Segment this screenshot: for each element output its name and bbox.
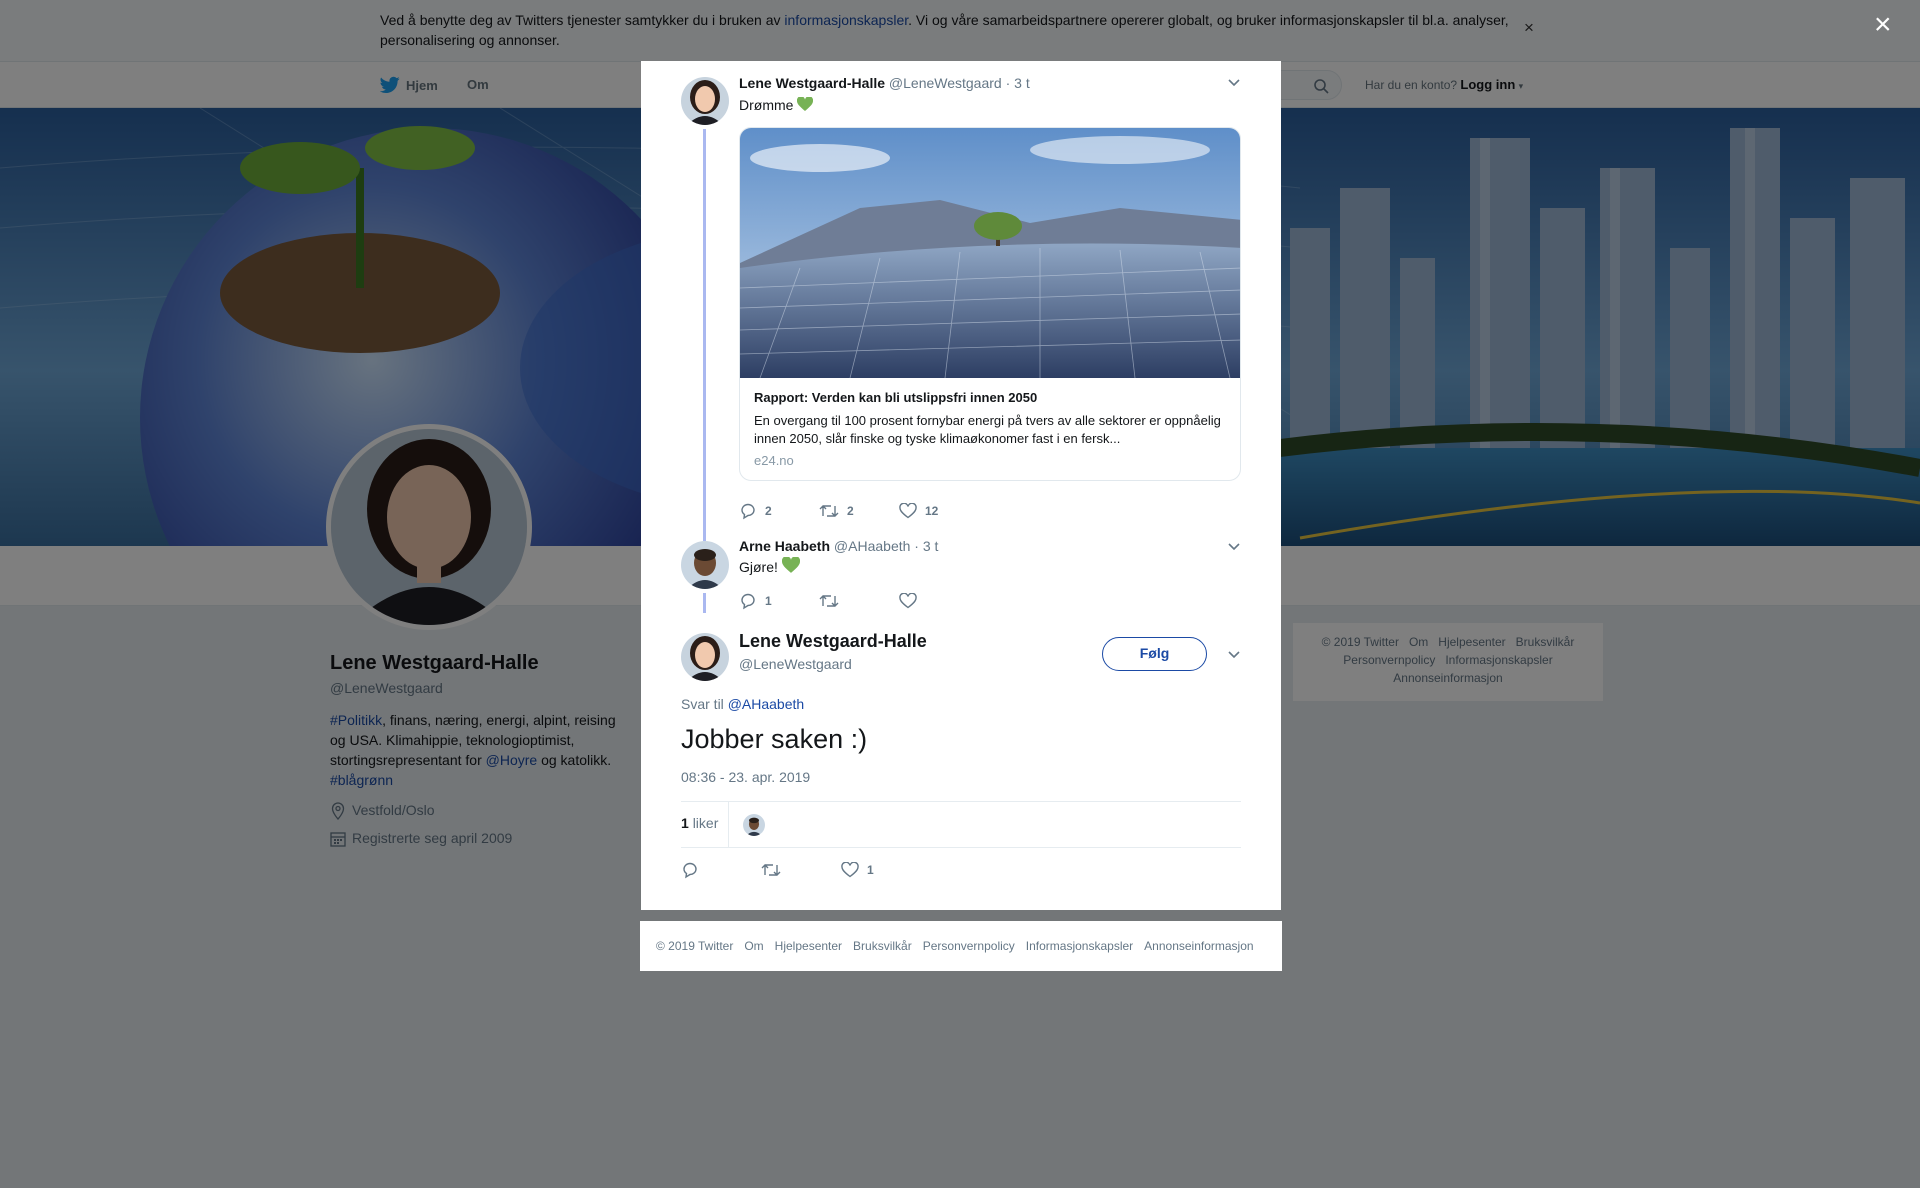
green-heart-icon: [797, 97, 814, 112]
like-count: 12: [925, 504, 939, 518]
tweet-header: Lene Westgaard-Halle @LeneWestgaard · 3 …: [739, 74, 1030, 92]
chevron-down-icon[interactable]: [1227, 75, 1241, 89]
likes-row: 1 liker: [681, 801, 1241, 848]
tweet-timestamp[interactable]: · 3 t: [1006, 75, 1030, 91]
reply-to-prefix: Svar til: [681, 696, 728, 712]
reply-count: 2: [765, 504, 772, 518]
footer-link-terms[interactable]: Bruksvilkår: [853, 939, 912, 953]
reply-count: 1: [765, 594, 772, 608]
reply-button[interactable]: 1: [739, 592, 819, 610]
likes-summary[interactable]: 1 liker: [681, 815, 718, 831]
card-domain: e24.no: [754, 453, 794, 468]
heart-icon: [899, 593, 917, 609]
reply-icon: [681, 861, 699, 879]
main-tweet-timestamp: 08:36 - 23. apr. 2019: [681, 769, 811, 785]
retweet-count: 2: [847, 504, 854, 518]
tweet-avatar[interactable]: [681, 77, 729, 125]
modal-footer: © 2019 Twitter Om Hjelpesenter Bruksvilk…: [640, 921, 1282, 971]
tweet-author-name[interactable]: Lene Westgaard-Halle: [739, 75, 885, 91]
liker-avatar[interactable]: [743, 814, 765, 836]
footer-link-about[interactable]: Om: [744, 939, 763, 953]
footer-link-ads-info[interactable]: Annonseinformasjon: [1144, 939, 1253, 953]
heart-icon: [841, 862, 859, 878]
main-tweet-author-name[interactable]: Lene Westgaard-Halle: [739, 631, 927, 652]
retweet-icon: [761, 862, 781, 878]
main-tweet-text: Jobber saken :): [681, 724, 868, 754]
like-count: 1: [867, 863, 874, 877]
close-overlay-button[interactable]: ×: [1874, 10, 1892, 40]
link-preview-card[interactable]: Rapport: Verden kan bli utslippsfri inne…: [739, 127, 1241, 481]
tweet-timestamp[interactable]: · 3 t: [914, 538, 938, 554]
card-image: [740, 128, 1240, 378]
reply-icon: [739, 592, 757, 610]
chevron-down-icon[interactable]: [1227, 647, 1241, 661]
tweet-actions: 1: [739, 592, 979, 610]
retweet-icon: [819, 593, 839, 609]
follow-button[interactable]: Følg: [1102, 637, 1207, 671]
chevron-down-icon[interactable]: [1227, 539, 1241, 553]
reply-button[interactable]: 2: [739, 502, 819, 520]
reply-to-mention[interactable]: @AHaabeth: [728, 696, 804, 712]
retweet-button[interactable]: 2: [819, 502, 899, 520]
tweet-actions: 2 2 12: [739, 502, 979, 520]
main-tweet-author-handle[interactable]: @LeneWestgaard: [739, 656, 852, 672]
main-tweet-actions: 1: [681, 861, 921, 879]
likes-count-label: liker: [692, 815, 719, 831]
like-button[interactable]: 1: [841, 861, 921, 879]
tweet-text-content: Drømme: [739, 97, 794, 113]
footer-link-cookies[interactable]: Informasjonskapsler: [1026, 939, 1133, 953]
like-button[interactable]: [899, 592, 979, 610]
tweet-permalink-modal: Lene Westgaard-Halle @LeneWestgaard · 3 …: [641, 61, 1281, 910]
thread-line: [703, 593, 706, 613]
tweet-avatar[interactable]: [681, 541, 729, 589]
tweet-header: Arne Haabeth @AHaabeth · 3 t: [739, 537, 938, 555]
footer-link-privacy[interactable]: Personvernpolicy: [923, 939, 1015, 953]
card-title: Rapport: Verden kan bli utslippsfri inne…: [754, 390, 1038, 405]
green-heart-icon: [781, 557, 800, 574]
tweet-avatar[interactable]: [681, 633, 729, 681]
heart-icon: [899, 503, 917, 519]
tweet-text: Gjøre!: [739, 557, 800, 577]
retweet-button[interactable]: [819, 592, 899, 610]
reply-to-line: Svar til @AHaabeth: [681, 696, 804, 712]
reply-icon: [739, 502, 757, 520]
reply-button[interactable]: [681, 861, 761, 879]
tweet-text-content: Gjøre!: [739, 559, 778, 575]
thread-line: [703, 129, 706, 541]
tweet-author-handle[interactable]: @LeneWestgaard: [889, 75, 1002, 91]
card-description: En overgang til 100 prosent fornybar ene…: [754, 413, 1221, 446]
tweet-author-name[interactable]: Arne Haabeth: [739, 538, 830, 554]
tweet-author-handle[interactable]: @AHaabeth: [834, 538, 910, 554]
footer-link-help[interactable]: Hjelpesenter: [775, 939, 842, 953]
likes-count-number: 1: [681, 815, 689, 831]
retweet-button[interactable]: [761, 861, 841, 879]
footer-copyright: © 2019 Twitter: [656, 939, 734, 953]
like-button[interactable]: 12: [899, 502, 979, 520]
retweet-icon: [819, 503, 839, 519]
divider: [728, 802, 729, 847]
tweet-text: Drømme: [739, 95, 814, 115]
